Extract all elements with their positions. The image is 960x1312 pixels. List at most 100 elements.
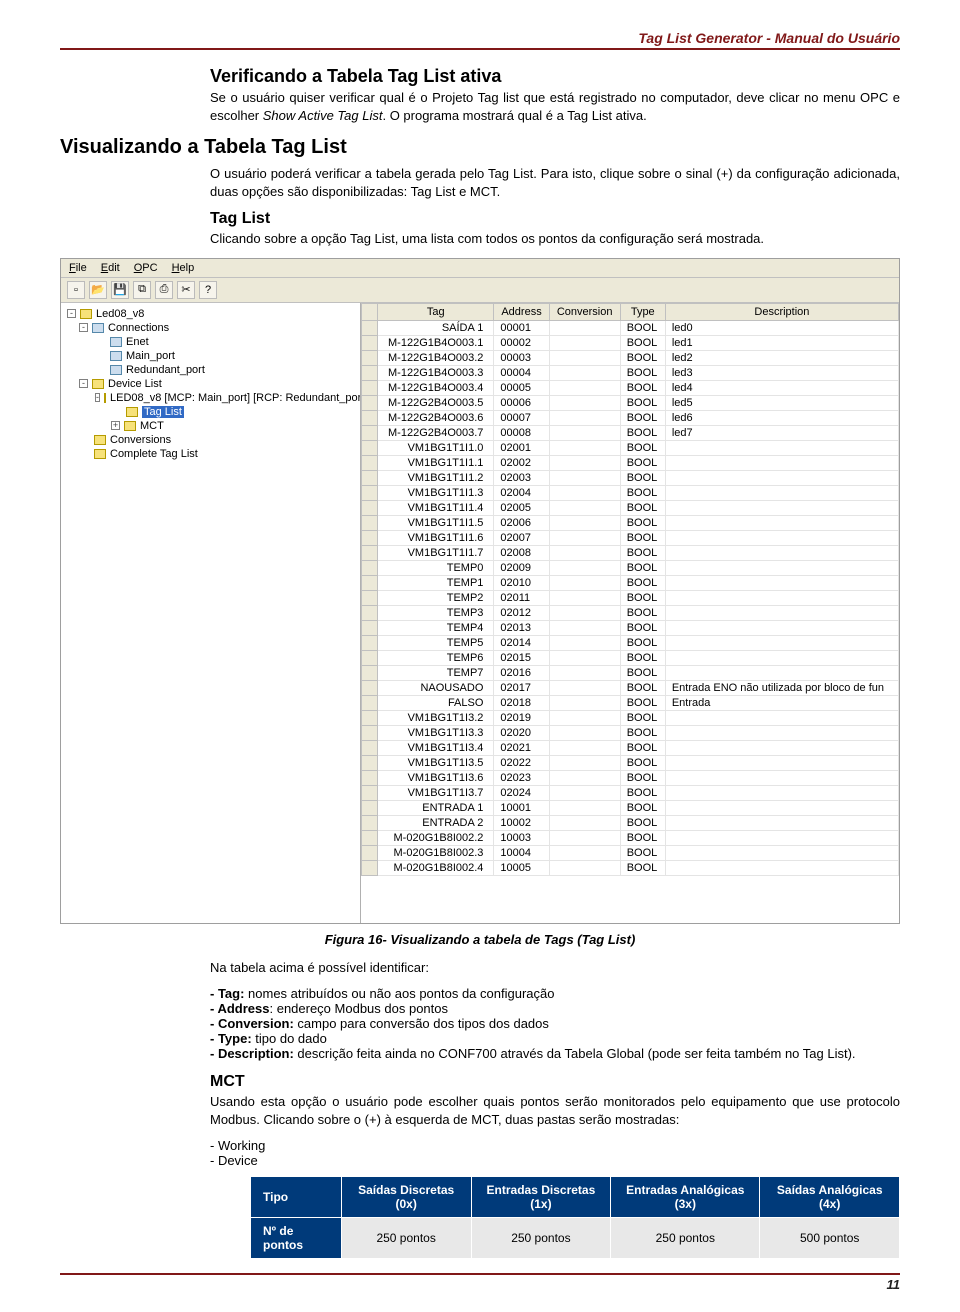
column-header[interactable]: Type <box>620 303 665 320</box>
cell-conversion <box>549 470 620 485</box>
table-row[interactable]: VM1BG1T1I1.702008BOOL <box>362 545 899 560</box>
new-icon[interactable]: ▫ <box>67 281 85 299</box>
tree-item[interactable]: Redundant_port <box>63 363 358 377</box>
menu-help[interactable]: Help <box>172 262 195 274</box>
column-header[interactable]: Tag <box>378 303 494 320</box>
table-row[interactable]: VM1BG1T1I3.302020BOOL <box>362 725 899 740</box>
summary-col: Saídas Discretas (0x) <box>341 1177 471 1218</box>
menu-opc[interactable]: OPC <box>134 262 158 274</box>
table-row[interactable]: TEMP402013BOOL <box>362 620 899 635</box>
table-row[interactable]: M-122G1B4O003.300004BOOLled3 <box>362 365 899 380</box>
table-row[interactable]: VM1BG1T1I3.702024BOOL <box>362 785 899 800</box>
cell-description <box>665 860 898 875</box>
menu-edit[interactable]: Edit <box>101 262 120 274</box>
figure-caption: Figura 16- Visualizando a tabela de Tags… <box>60 932 900 947</box>
tree-item[interactable]: -Connections <box>63 321 358 335</box>
table-row[interactable]: VM1BG1T1I1.402005BOOL <box>362 500 899 515</box>
tree-item[interactable]: Conversions <box>63 433 358 447</box>
cell-type: BOOL <box>620 455 665 470</box>
table-row[interactable]: TEMP202011BOOL <box>362 590 899 605</box>
table-row[interactable]: TEMP702016BOOL <box>362 665 899 680</box>
tree-item[interactable]: Main_port <box>63 349 358 363</box>
table-row[interactable]: M-020G1B8I002.210003BOOL <box>362 830 899 845</box>
tree-item[interactable]: Enet <box>63 335 358 349</box>
table-row[interactable]: VM1BG1T1I1.102002BOOL <box>362 455 899 470</box>
tree-item-label: Redundant_port <box>126 364 205 376</box>
open-icon[interactable]: 📂 <box>89 281 107 299</box>
cell-address: 02018 <box>494 695 549 710</box>
table-row[interactable]: VM1BG1T1I1.302004BOOL <box>362 485 899 500</box>
tree-root[interactable]: -Led08_v8 <box>63 307 358 321</box>
tree-item[interactable]: Complete Tag List <box>63 447 358 461</box>
table-row[interactable]: VM1BG1T1I3.602023BOOL <box>362 770 899 785</box>
column-header[interactable]: Conversion <box>549 303 620 320</box>
table-row[interactable]: NAOUSADO02017BOOLEntrada ENO não utiliza… <box>362 680 899 695</box>
column-header[interactable]: Description <box>665 303 898 320</box>
cell-description <box>665 845 898 860</box>
cell-address: 02012 <box>494 605 549 620</box>
table-row[interactable]: M-122G2B4O003.700008BOOLled7 <box>362 425 899 440</box>
table-row[interactable]: M-122G1B4O003.200003BOOLled2 <box>362 350 899 365</box>
save-icon[interactable]: 💾 <box>111 281 129 299</box>
cell-description <box>665 650 898 665</box>
table-row[interactable]: VM1BG1T1I1.602007BOOL <box>362 530 899 545</box>
table-row[interactable]: TEMP302012BOOL <box>362 605 899 620</box>
cell-type: BOOL <box>620 350 665 365</box>
expand-icon[interactable]: - <box>79 379 88 388</box>
tree-item[interactable]: Tag List <box>63 405 358 419</box>
cell-description <box>665 530 898 545</box>
tree-item[interactable]: - LED08_v8 [MCP: Main_port] [RCP: Redunda… <box>63 391 358 405</box>
cell-description <box>665 740 898 755</box>
table-row[interactable]: TEMP502014BOOL <box>362 635 899 650</box>
cell-description <box>665 575 898 590</box>
cell-description <box>665 605 898 620</box>
collapse-icon[interactable]: - <box>67 309 76 318</box>
save-all-icon[interactable]: ⧉ <box>133 281 151 299</box>
table-row[interactable]: M-122G2B4O003.600007BOOLled6 <box>362 410 899 425</box>
cell-tag: VM1BG1T1I3.2 <box>378 710 494 725</box>
table-row[interactable]: M-122G1B4O003.400005BOOLled4 <box>362 380 899 395</box>
cell-type: BOOL <box>620 380 665 395</box>
summary-rowhead-n: Nº de pontos <box>251 1218 342 1259</box>
cell-conversion <box>549 695 620 710</box>
table-row[interactable]: VM1BG1T1I3.502022BOOL <box>362 755 899 770</box>
table-row[interactable]: TEMP602015BOOL <box>362 650 899 665</box>
table-row[interactable]: VM1BG1T1I3.402021BOOL <box>362 740 899 755</box>
table-row[interactable]: M-122G1B4O003.100002BOOLled1 <box>362 335 899 350</box>
expand-icon[interactable]: + <box>111 421 120 430</box>
cell-conversion <box>549 740 620 755</box>
table-row[interactable]: M-020G1B8I002.310004BOOL <box>362 845 899 860</box>
table-row[interactable]: TEMP102010BOOL <box>362 575 899 590</box>
tree-item-label: LED08_v8 [MCP: Main_port] [RCP: Redundan… <box>110 392 361 404</box>
cell-description <box>665 770 898 785</box>
table-row[interactable]: TEMP002009BOOL <box>362 560 899 575</box>
table-row[interactable]: M-122G2B4O003.500006BOOLled5 <box>362 395 899 410</box>
table-row[interactable]: VM1BG1T1I1.502006BOOL <box>362 515 899 530</box>
table-row[interactable]: ENTRADA 210002BOOL <box>362 815 899 830</box>
cell-description <box>665 545 898 560</box>
tree-item-label: Conversions <box>110 434 171 446</box>
help-icon[interactable]: ? <box>199 281 217 299</box>
table-row[interactable]: VM1BG1T1I1.002001BOOL <box>362 440 899 455</box>
cell-address: 02022 <box>494 755 549 770</box>
table-row[interactable]: VM1BG1T1I1.202003BOOL <box>362 470 899 485</box>
expand-icon[interactable]: - <box>79 323 88 332</box>
cell-description <box>665 590 898 605</box>
cell-type: BOOL <box>620 755 665 770</box>
tree-item[interactable]: +MCT <box>63 419 358 433</box>
table-row[interactable]: FALSO02018BOOLEntrada <box>362 695 899 710</box>
cut-icon[interactable]: ✂ <box>177 281 195 299</box>
cell-tag: VM1BG1T1I1.5 <box>378 515 494 530</box>
table-row[interactable]: ENTRADA 110001BOOL <box>362 800 899 815</box>
table-row[interactable]: M-020G1B8I002.410005BOOL <box>362 860 899 875</box>
print-icon[interactable]: ⎙ <box>155 281 173 299</box>
cell-address: 10001 <box>494 800 549 815</box>
expand-icon[interactable]: - <box>95 393 100 402</box>
cell-address: 02005 <box>494 500 549 515</box>
menu-file[interactable]: File <box>69 262 87 274</box>
table-row[interactable]: SAÍDA 100001BOOLled0 <box>362 320 899 335</box>
cell-address: 10005 <box>494 860 549 875</box>
table-row[interactable]: VM1BG1T1I3.202019BOOL <box>362 710 899 725</box>
tree-item[interactable]: -Device List <box>63 377 358 391</box>
column-header[interactable]: Address <box>494 303 549 320</box>
